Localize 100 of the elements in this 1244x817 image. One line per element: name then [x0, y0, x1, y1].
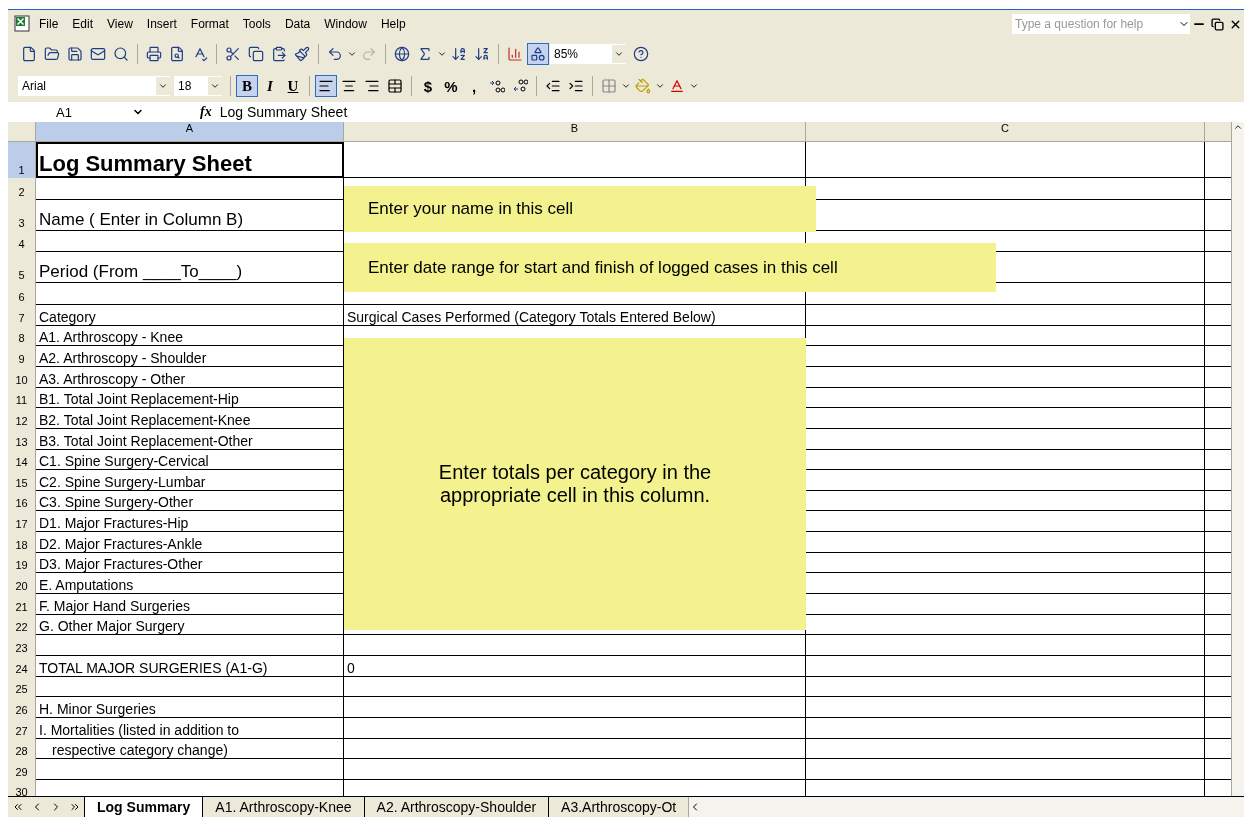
last-sheet-icon[interactable] [68, 801, 81, 813]
table-cell: Surgical Cases Performed (Category Totals Entered Below) [344, 305, 806, 326]
table-cell: A2. Arthroscopy - Shoulder [36, 346, 344, 367]
scroll-up-icon[interactable] [1233, 122, 1243, 132]
row-header[interactable]: 22 [8, 614, 36, 636]
row-header[interactable]: 18 [8, 532, 36, 553]
column-header[interactable]: B [344, 122, 806, 142]
menu-item[interactable]: File [32, 17, 66, 31]
table-cell: E. Amputations [36, 573, 344, 595]
increase-indent-icon[interactable] [568, 78, 584, 94]
table-cell: respective category change) [36, 738, 344, 760]
table-cell: D1. Major Fractures-Hip [36, 511, 344, 533]
row-header[interactable]: 25 [8, 676, 36, 698]
row-header[interactable]: 29 [8, 759, 36, 780]
table-cell: C3. Spine Surgery-Other [36, 490, 344, 512]
horizontal-scrollbar[interactable] [688, 797, 1244, 817]
new-file-icon[interactable] [21, 46, 37, 62]
table-cell: B2. Total Joint Replacement-Knee [36, 408, 344, 429]
row-header[interactable]: 27 [8, 717, 36, 739]
font-field[interactable]: Arial [18, 76, 170, 96]
function-label[interactable]: fx [200, 104, 212, 120]
row-header[interactable]: 28 [8, 738, 36, 760]
column-header[interactable]: C [806, 122, 1205, 142]
vertical-scrollbar[interactable] [1231, 122, 1244, 796]
spreadsheet-icon[interactable] [14, 15, 32, 33]
row-header[interactable]: 24 [8, 655, 36, 677]
column-header[interactable]: A [36, 122, 344, 142]
font-size-field[interactable]: 18 [174, 76, 222, 96]
formula-text: Log Summary Sheet [219, 104, 348, 120]
menu-item[interactable]: Edit [65, 17, 101, 31]
row-header[interactable]: 17 [8, 511, 36, 533]
number-format-button[interactable]: , [463, 75, 485, 97]
menu-item[interactable]: Tools [235, 17, 278, 31]
align-center-icon [341, 78, 357, 94]
cut-icon[interactable] [225, 46, 241, 62]
increase-decimal-icon[interactable] [489, 79, 505, 93]
print-icon[interactable] [146, 46, 162, 62]
number-format-button[interactable]: % [440, 75, 462, 97]
format-button[interactable]: B [236, 75, 258, 97]
table-cell: Log Summary Sheet [36, 142, 344, 178]
row-header[interactable]: 26 [8, 697, 36, 718]
search-icon[interactable] [113, 46, 129, 62]
decrease-indent-icon[interactable] [545, 78, 561, 94]
row-header[interactable]: 19 [8, 552, 36, 574]
undo-icon[interactable] [327, 46, 343, 62]
menu-item[interactable]: Format [183, 17, 236, 31]
row-header[interactable]: 23 [8, 635, 36, 656]
drawing-button[interactable] [527, 43, 549, 65]
comment-note: Enter totals per category in the appropriate cell in this column. [344, 338, 806, 630]
format-button[interactable]: I [259, 75, 281, 97]
number-format-button[interactable]: $ [417, 75, 439, 97]
row-header[interactable]: 2 [8, 178, 36, 200]
name-box[interactable]: A1 [8, 103, 148, 121]
row-header[interactable]: 9 [8, 346, 36, 367]
row-header[interactable]: 6 [8, 283, 36, 306]
row-header[interactable]: 15 [8, 470, 36, 491]
menu-item[interactable]: View [100, 17, 140, 31]
menu-item[interactable]: Help [373, 17, 413, 31]
chart-icon[interactable] [507, 46, 523, 62]
save-icon[interactable] [67, 46, 83, 62]
sum-icon[interactable] [417, 46, 433, 62]
row-header[interactable]: 1 [8, 142, 36, 178]
row-header[interactable]: 4 [8, 230, 36, 253]
row-header[interactable]: 16 [8, 490, 36, 512]
zoom-field[interactable]: 85% [550, 44, 626, 64]
row-header[interactable]: 5 [8, 252, 36, 284]
row-header[interactable]: 3 [8, 199, 36, 231]
align-left-button[interactable] [315, 75, 337, 97]
sort-descending-icon[interactable] [474, 46, 490, 62]
paste-icon[interactable] [271, 46, 287, 62]
restore-icon[interactable] [1210, 17, 1224, 31]
table-cell: A3. Arthroscopy - Other [36, 367, 344, 388]
row-header[interactable]: 14 [8, 449, 36, 471]
decrease-decimal-icon[interactable] [512, 79, 528, 93]
row-header[interactable]: 13 [8, 428, 36, 450]
copy-icon[interactable] [248, 46, 264, 62]
row-header[interactable]: 20 [8, 573, 36, 595]
menu-item[interactable]: Window [317, 17, 374, 31]
spelling-icon[interactable] [192, 46, 208, 62]
format-button[interactable]: U [282, 75, 304, 97]
open-folder-icon[interactable] [44, 46, 60, 62]
globe-icon[interactable] [394, 46, 410, 62]
row-header[interactable]: 11 [8, 387, 36, 409]
help-icon[interactable] [633, 46, 649, 62]
menu-item[interactable]: Data [277, 17, 318, 31]
table-cell: TOTAL MAJOR SURGERIES (A1-G) [36, 655, 344, 677]
row-header[interactable]: 7 [8, 305, 36, 326]
row-header[interactable]: 8 [8, 325, 36, 347]
menu-item[interactable]: Insert [139, 17, 184, 31]
fill-color-icon[interactable] [635, 78, 651, 94]
sort-ascending-icon[interactable] [451, 46, 467, 62]
sheet-tab[interactable]: Log Summary [84, 797, 203, 817]
row-header[interactable]: 10 [8, 367, 36, 388]
print-preview-icon[interactable] [169, 46, 185, 62]
table-cell: B1. Total Joint Replacement-Hip [36, 387, 344, 409]
row-header[interactable]: 21 [8, 594, 36, 615]
row-header[interactable]: 12 [8, 408, 36, 429]
mail-icon[interactable] [90, 46, 106, 62]
font-color-icon[interactable] [669, 78, 685, 94]
format-painter-icon[interactable] [294, 46, 310, 62]
